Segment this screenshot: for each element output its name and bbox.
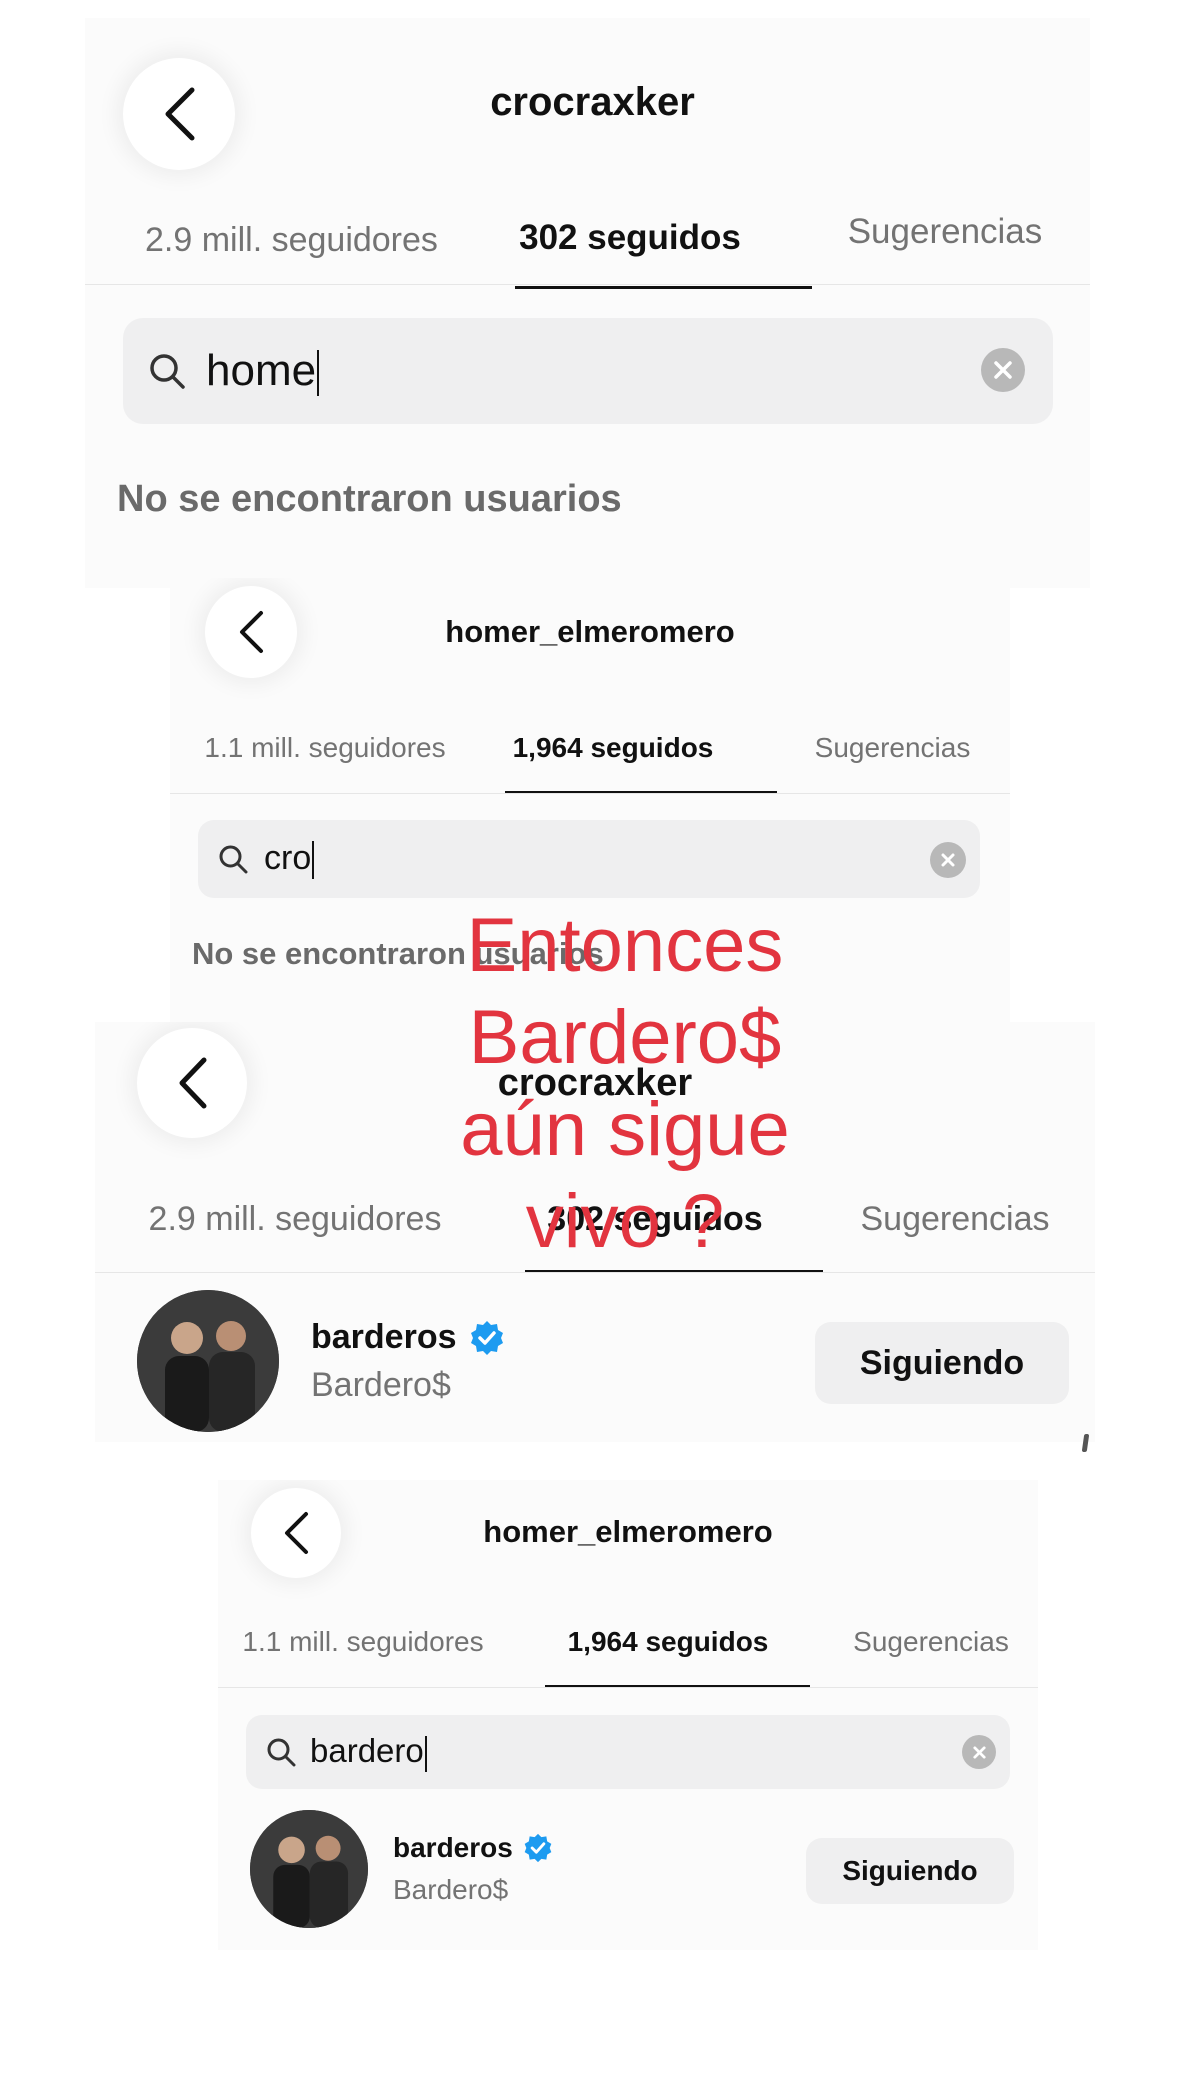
tabs-divider bbox=[170, 793, 1010, 794]
profile-username-title: homer_elmeromero bbox=[445, 614, 735, 649]
tab-suggestions[interactable]: Sugerencias bbox=[845, 1200, 1065, 1239]
search-field[interactable]: home bbox=[123, 318, 1053, 424]
profile-username-title: homer_elmeromero bbox=[483, 1514, 773, 1549]
tabs-divider bbox=[218, 1687, 1038, 1688]
search-input[interactable]: bardero bbox=[310, 1732, 427, 1772]
text-caret bbox=[424, 1735, 427, 1772]
text-caret bbox=[312, 841, 315, 879]
following-button[interactable]: Siguiendo bbox=[806, 1838, 1014, 1904]
clear-search-button[interactable] bbox=[981, 348, 1025, 392]
no-results-message: No se encontraron usuarios bbox=[192, 936, 604, 971]
close-icon bbox=[941, 853, 955, 867]
text-caret bbox=[317, 350, 320, 397]
tabs-divider bbox=[95, 1272, 1095, 1273]
search-icon bbox=[266, 1737, 296, 1767]
following-button[interactable]: Siguiendo bbox=[815, 1322, 1069, 1404]
screenshot-panel-3: crocraxker 2.9 mill. seguidores 302 segu… bbox=[95, 1022, 1095, 1442]
screenshot-panel-2: homer_elmeromero 1.1 mill. seguidores 1,… bbox=[170, 578, 1010, 1028]
tab-followers[interactable]: 2.9 mill. seguidores bbox=[145, 1200, 445, 1239]
tab-suggestions[interactable]: Sugerencias bbox=[836, 1626, 1026, 1658]
tab-following[interactable]: 1,964 seguidos bbox=[503, 732, 723, 764]
screenshot-panel-4: homer_elmeromero 1.1 mill. seguidores 1,… bbox=[218, 1480, 1038, 1950]
active-tab-underline bbox=[515, 286, 812, 289]
screenshot-panel-1: crocraxker 2.9 mill. seguidores 302 segu… bbox=[85, 18, 1090, 588]
search-icon bbox=[218, 844, 248, 874]
search-input[interactable]: home bbox=[206, 346, 320, 397]
tabs-divider bbox=[85, 284, 1090, 285]
profile-username-title: crocraxker bbox=[497, 1062, 693, 1104]
clear-search-button[interactable] bbox=[930, 842, 966, 878]
tab-followers[interactable]: 1.1 mill. seguidores bbox=[200, 732, 450, 764]
tab-suggestions[interactable]: Sugerencias bbox=[835, 212, 1055, 252]
profile-username-title: crocraxker bbox=[490, 80, 695, 124]
verified-badge-icon bbox=[524, 1833, 552, 1863]
result-username[interactable]: barderos bbox=[393, 1832, 553, 1864]
no-results-message: No se encontraron usuarios bbox=[117, 478, 622, 520]
tab-following[interactable]: 1,964 seguidos bbox=[558, 1626, 778, 1658]
clear-search-button[interactable] bbox=[962, 1735, 996, 1769]
profile-photo bbox=[250, 1810, 368, 1928]
search-field[interactable]: bardero bbox=[246, 1715, 1010, 1789]
close-icon bbox=[994, 361, 1012, 379]
result-full-name: Bardero$ bbox=[393, 1874, 509, 1905]
result-username[interactable]: barderos bbox=[311, 1318, 505, 1357]
tab-followers[interactable]: 2.9 mill. seguidores bbox=[145, 221, 438, 260]
tab-following[interactable]: 302 seguidos bbox=[530, 1200, 780, 1239]
avatar[interactable] bbox=[137, 1290, 279, 1432]
tab-suggestions[interactable]: Sugerencias bbox=[800, 732, 985, 764]
profile-photo bbox=[137, 1290, 279, 1432]
verified-badge-icon bbox=[470, 1320, 503, 1355]
avatar[interactable] bbox=[250, 1810, 368, 1928]
tab-followers[interactable]: 1.1 mill. seguidores bbox=[238, 1626, 488, 1658]
close-icon bbox=[972, 1745, 986, 1759]
scroll-indicator bbox=[1081, 1434, 1090, 1452]
search-field[interactable]: cro bbox=[198, 820, 980, 898]
result-full-name: Bardero$ bbox=[311, 1366, 451, 1404]
search-icon bbox=[148, 352, 186, 390]
tab-following[interactable]: 302 seguidos bbox=[510, 218, 750, 258]
search-input[interactable]: cro bbox=[264, 839, 315, 879]
